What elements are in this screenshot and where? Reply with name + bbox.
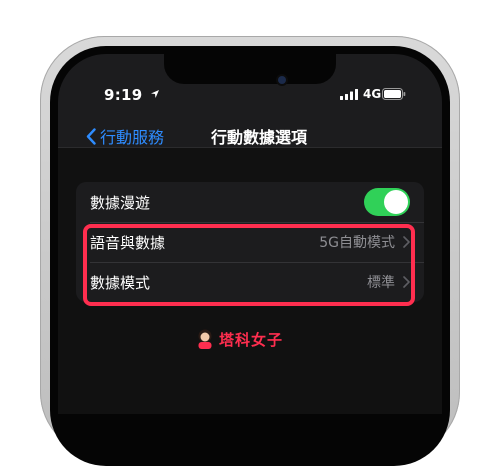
chevron-right-icon (403, 276, 410, 288)
watermark-avatar-icon (198, 329, 212, 349)
toggle-knob (384, 190, 408, 214)
settings-row-voice-data[interactable]: 語音與數據 5G自動模式 (76, 222, 424, 262)
watermark: 塔科女子 (195, 328, 283, 350)
battery-icon (382, 88, 406, 100)
signal-icon (340, 89, 358, 100)
data-mode-value: 標準 (367, 275, 395, 291)
phone-screen: 9:19 4G 行動服務 行動數據選項 數據漫遊 語音與數據 5G自動模式 數據… (58, 54, 442, 414)
row-divider (90, 222, 424, 223)
location-icon (151, 90, 159, 98)
voice-data-value: 5G自動模式 (319, 235, 395, 251)
row-divider (90, 262, 424, 263)
data-roaming-label: 數據漫遊 (90, 193, 151, 212)
page-title: 行動數據選項 (210, 128, 307, 147)
chevron-right-icon (403, 236, 410, 248)
data-mode-label: 數據模式 (90, 273, 151, 292)
settings-row-data-mode[interactable]: 數據模式 標準 (76, 262, 424, 302)
status-time: 9:19 (104, 86, 143, 104)
notch (164, 54, 336, 84)
camera-icon (278, 76, 286, 84)
settings-row-data-roaming: 數據漫遊 (76, 182, 424, 222)
watermark-text: 塔科女子 (219, 330, 284, 349)
network-label: 4G (363, 87, 382, 101)
settings-group: 數據漫遊 語音與數據 5G自動模式 數據模式 標準 (76, 182, 424, 302)
voice-data-label: 語音與數據 (90, 233, 166, 252)
data-roaming-toggle[interactable] (364, 188, 410, 216)
